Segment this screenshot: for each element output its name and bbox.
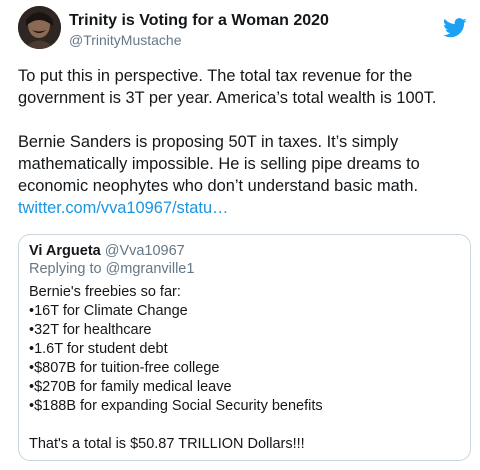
list-item: •16T for Climate Change bbox=[29, 303, 188, 319]
quoted-tweet[interactable]: Vi Argueta @Vva10967 Replying to @mgranvi… bbox=[18, 234, 471, 461]
tweet-header: Trinity is Voting for a Woman 2020 @Trin… bbox=[18, 6, 473, 54]
tweet-link[interactable]: twitter.com/vva10967/statu… bbox=[18, 199, 228, 217]
quoted-total: That's a total is $50.87 TRILLION Dollar… bbox=[29, 436, 305, 452]
quoted-text: Bernie's freebies so far: •16T for Clima… bbox=[29, 283, 459, 454]
list-item: •1.6T for student debt bbox=[29, 341, 168, 357]
list-item: •$188B for expanding Social Security ben… bbox=[29, 398, 323, 414]
tweet-paragraph-2: Bernie Sanders is proposing 50T in taxes… bbox=[18, 133, 420, 195]
tweet-text: To put this in perspective. The total ta… bbox=[18, 65, 476, 219]
quoted-handle[interactable]: @Vva10967 bbox=[105, 243, 185, 259]
list-item: •$270B for family medical leave bbox=[29, 379, 232, 395]
quoted-intro: Bernie's freebies so far: bbox=[29, 284, 181, 300]
avatar-image bbox=[18, 6, 61, 49]
quoted-list: •16T for Climate Change •32T for healthc… bbox=[29, 302, 459, 416]
author-handle[interactable]: @TrinityMustache bbox=[69, 31, 329, 49]
tweet-paragraph-1: To put this in perspective. The total ta… bbox=[18, 67, 437, 107]
author-display-name[interactable]: Trinity is Voting for a Woman 2020 bbox=[69, 11, 329, 31]
quoted-replying-to: Replying to @mgranville1 bbox=[29, 261, 195, 277]
twitter-bird-icon[interactable] bbox=[443, 18, 467, 38]
quoted-display-name[interactable]: Vi Argueta bbox=[29, 243, 101, 259]
list-item: •$807B for tuition-free college bbox=[29, 360, 220, 376]
list-item: •32T for healthcare bbox=[29, 322, 152, 338]
avatar[interactable] bbox=[18, 6, 61, 49]
tweet-card: Trinity is Voting for a Woman 2020 @Trin… bbox=[0, 0, 480, 470]
